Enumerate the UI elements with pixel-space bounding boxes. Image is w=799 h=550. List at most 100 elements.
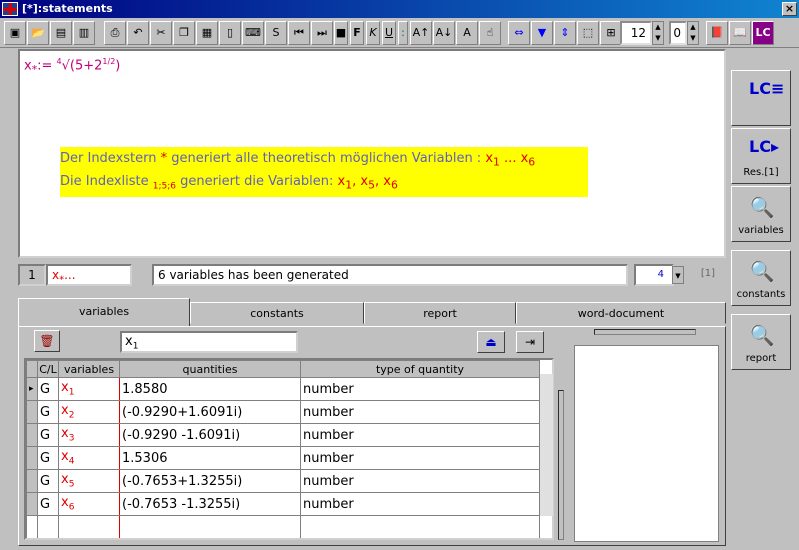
table-row[interactable]: Gx5 (-0.7653+1.3255i) number xyxy=(26,469,540,493)
cell-cl[interactable]: G xyxy=(37,400,59,424)
font-size-spinner[interactable]: ▲ ▼ xyxy=(652,21,664,45)
variable-name: x xyxy=(61,472,69,488)
cell-variable[interactable]: x3 xyxy=(58,423,120,447)
cell-cl[interactable]: G xyxy=(37,469,59,493)
cell-type[interactable]: number xyxy=(300,400,540,424)
cell-cl[interactable]: G xyxy=(37,492,59,516)
table-row[interactable]: Gx6 (-0.7653 -1.3255i) number xyxy=(26,492,540,516)
column-header-quantities[interactable]: quantities xyxy=(119,360,301,378)
table-row[interactable]: ▸ Gx1 1.8580 number xyxy=(26,377,540,401)
app-logo-icon[interactable]: LC xyxy=(752,21,774,45)
new-icon[interactable]: ▣ xyxy=(4,21,26,45)
book-edit-icon[interactable]: 📖 xyxy=(729,21,751,45)
font-down-icon[interactable]: A↓ xyxy=(433,21,455,45)
frame-icon[interactable]: ⬚ xyxy=(577,21,599,45)
constants-button[interactable]: 🔍 constants xyxy=(731,250,791,306)
color-icon[interactable]: ■ xyxy=(334,21,348,45)
column-header-variables[interactable]: variables xyxy=(58,360,120,378)
cell-variable[interactable]: x6 xyxy=(58,492,120,516)
column-header-type[interactable]: type of quantity xyxy=(300,360,540,378)
cell-type[interactable]: number xyxy=(300,469,540,493)
first-icon[interactable]: ⏮ xyxy=(288,21,310,45)
table-row[interactable]: Gx2 (-0.9290+1.6091i) number xyxy=(26,400,540,424)
save-all-icon[interactable]: ▥ xyxy=(73,21,95,45)
tab-variables[interactable]: variables xyxy=(18,298,190,326)
cut-icon[interactable]: ✂ xyxy=(150,21,172,45)
open-folder-icon[interactable]: 📂 xyxy=(27,21,49,45)
font-up-icon[interactable]: A↑ xyxy=(410,21,432,45)
format-icon[interactable]: ▯ xyxy=(219,21,241,45)
variables-button[interactable]: 🔍 variables xyxy=(731,186,791,242)
delete-icon[interactable]: 🗑 xyxy=(34,330,60,352)
tab-report[interactable]: report xyxy=(364,302,516,324)
table-row[interactable]: Gx3 (-0.9290 -1.6091i) number xyxy=(26,423,540,447)
cell-type[interactable]: number xyxy=(300,377,540,401)
lc-menu-button[interactable]: LC≡ xyxy=(731,70,791,126)
last-icon[interactable]: ⏭ xyxy=(311,21,333,45)
exit-icon[interactable]: ⇥ xyxy=(516,331,544,353)
cell-quantity[interactable]: (-0.9290 -1.6091i) xyxy=(119,423,301,447)
empty-cell[interactable] xyxy=(300,515,540,538)
font-size-input[interactable]: 12 xyxy=(620,21,652,45)
align-icon[interactable]: ⇕ xyxy=(554,21,576,45)
symbol-icon[interactable]: S xyxy=(265,21,287,45)
statement-editor[interactable]: x*:= 4√(5+21/2) Der Indexstern * generie… xyxy=(18,49,726,258)
report-button[interactable]: 🔍 report xyxy=(731,314,791,370)
cell-variable[interactable]: x4 xyxy=(58,446,120,470)
copy-icon[interactable]: ❐ xyxy=(173,21,195,45)
empty-cell[interactable] xyxy=(26,515,38,538)
close-button[interactable]: × xyxy=(782,2,797,16)
cell-type[interactable]: number xyxy=(300,423,540,447)
cell-quantity[interactable]: (-0.9290+1.6091i) xyxy=(119,400,301,424)
hand-icon[interactable]: ☝ xyxy=(479,21,501,45)
underline-button[interactable]: U xyxy=(382,21,396,45)
cell-quantity[interactable]: (-0.7653+1.3255i) xyxy=(119,469,301,493)
paste-icon[interactable]: ▦ xyxy=(196,21,218,45)
tab-constants[interactable]: constants xyxy=(190,302,364,324)
cell-variable[interactable]: x1 xyxy=(58,377,120,401)
cell-variable[interactable]: x5 xyxy=(58,469,120,493)
cell-quantity[interactable]: (-0.7653 -1.3255i) xyxy=(119,492,301,516)
cell-variable[interactable]: x2 xyxy=(58,400,120,424)
vertical-slider[interactable] xyxy=(558,390,564,540)
count-select[interactable]: 4 xyxy=(634,264,674,286)
empty-cell[interactable] xyxy=(58,515,120,538)
table-scrollbar[interactable] xyxy=(539,374,553,516)
empty-cell[interactable] xyxy=(37,515,59,538)
keyboard-icon[interactable]: ⌨ xyxy=(242,21,264,45)
move-down-icon[interactable]: ▼ xyxy=(531,21,553,45)
print-icon[interactable]: ⎙ xyxy=(104,21,126,45)
dropdown-arrow-icon[interactable]: ▼ xyxy=(672,266,684,284)
save-icon[interactable]: ▤ xyxy=(50,21,72,45)
row-marker xyxy=(26,423,38,447)
bold-button[interactable]: F xyxy=(350,21,364,45)
variable-filter-input[interactable]: x1 xyxy=(120,331,298,353)
table-row-empty[interactable] xyxy=(26,515,540,538)
column-header-cl[interactable]: C/L xyxy=(37,360,59,378)
font-style-icon[interactable]: A xyxy=(456,21,478,45)
digits-spinner[interactable]: ▲ ▼ xyxy=(687,21,699,45)
cell-quantity[interactable]: 1.5306 xyxy=(119,446,301,470)
cell-quantity[interactable]: 1.8580 xyxy=(119,377,301,401)
graph-icon[interactable]: ⊞ xyxy=(600,21,622,45)
cell-cl[interactable]: G xyxy=(37,446,59,470)
table-row[interactable]: Gx4 1.5306 number xyxy=(26,446,540,470)
zoom-slider[interactable] xyxy=(594,329,696,335)
results-button[interactable]: LC▸ Res.[1] xyxy=(731,128,791,184)
book-icon[interactable]: 📕 xyxy=(706,21,728,45)
row-marker xyxy=(26,469,38,493)
digits-input[interactable]: 0 xyxy=(669,21,687,45)
status-bar: 1 x*... 6 variables has been generated 4… xyxy=(18,262,726,288)
italic-button[interactable]: K xyxy=(366,21,380,45)
cell-cl[interactable]: G xyxy=(37,423,59,447)
undo-icon[interactable]: ↶ xyxy=(127,21,149,45)
split-horizontal-icon[interactable]: ⇔ xyxy=(508,21,530,45)
cell-cl[interactable]: G xyxy=(37,377,59,401)
empty-cell[interactable] xyxy=(119,515,301,538)
variable-name: x xyxy=(61,449,69,465)
cell-type[interactable]: number xyxy=(300,446,540,470)
folder-search-icon: 🔍 xyxy=(749,259,775,283)
cell-type[interactable]: number xyxy=(300,492,540,516)
eject-icon[interactable]: ⏏ xyxy=(477,331,505,353)
tab-word-document[interactable]: word-document xyxy=(516,302,726,324)
